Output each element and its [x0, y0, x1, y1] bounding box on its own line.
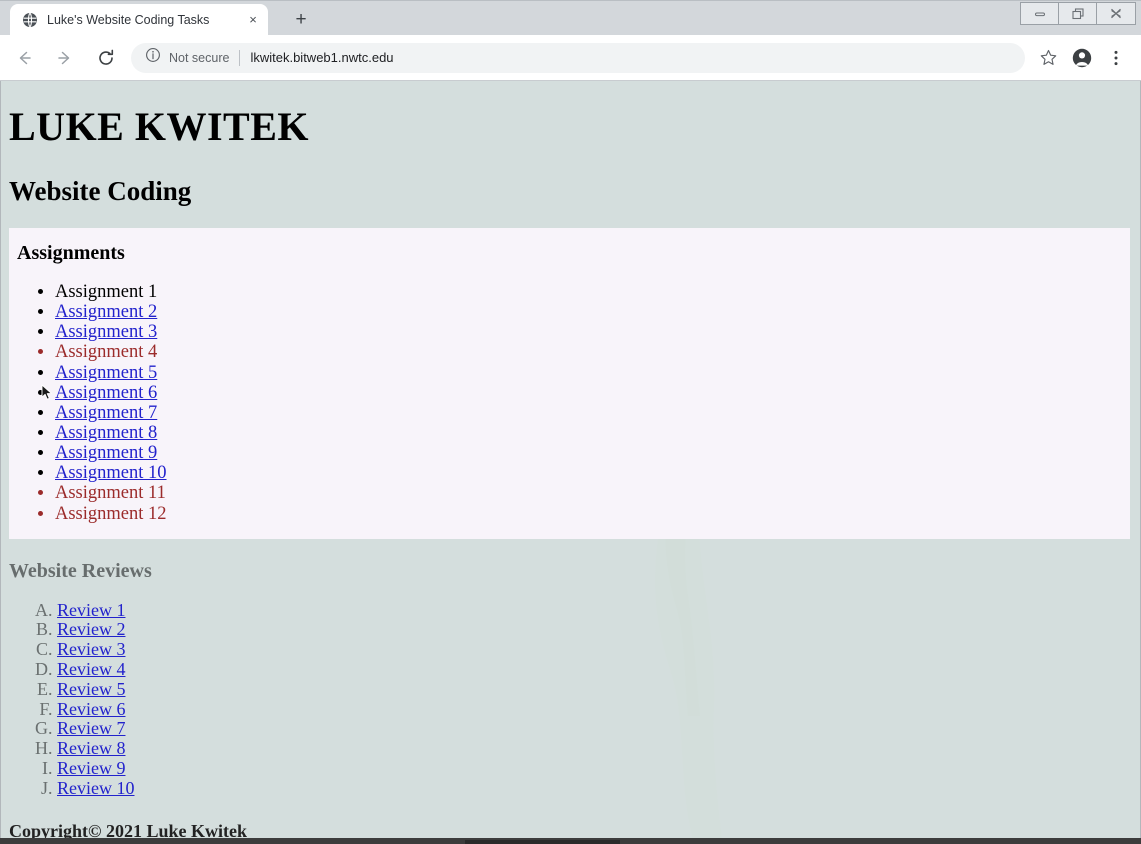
- assignment-link[interactable]: Assignment 2: [55, 302, 157, 322]
- info-circle-icon[interactable]: [145, 47, 161, 68]
- assignment-label: Assignment 11: [55, 483, 166, 504]
- list-item: Review 6: [57, 699, 1140, 720]
- forward-arrow-icon[interactable]: [48, 41, 82, 75]
- assignments-panel: Assignments Assignment 1 Assignment 2 As…: [9, 228, 1130, 539]
- list-item: Assignment 10: [55, 463, 1130, 484]
- reviews-list: Review 1 Review 2 Review 3 Review 4 Revi…: [1, 600, 1140, 799]
- review-link[interactable]: Review 7: [57, 718, 125, 739]
- assignment-label: Assignment 1: [55, 282, 158, 302]
- list-item: Assignment 4: [55, 343, 1130, 363]
- security-status-label: Not secure: [169, 50, 230, 65]
- browser-tab[interactable]: Luke's Website Coding Tasks ×: [10, 4, 268, 35]
- list-item: Assignment 7: [55, 403, 1130, 424]
- page-title: LUKE KWITEK: [9, 104, 310, 149]
- list-item: Review 10: [57, 778, 1140, 799]
- review-link[interactable]: Review 6: [57, 699, 125, 719]
- reviews-heading: Website Reviews: [9, 559, 152, 582]
- taskbar-notch: [465, 840, 620, 844]
- copyright-text: Copyright© 2021 Luke Kwitek: [9, 820, 247, 838]
- assignment-label: Assignment 12: [55, 503, 167, 524]
- url-text[interactable]: lkwitek.bitweb1.nwtc.edu: [250, 50, 393, 65]
- review-link[interactable]: Review 9: [57, 758, 125, 778]
- close-icon[interactable]: [1097, 3, 1135, 24]
- assignment-link[interactable]: Assignment 7: [55, 403, 157, 423]
- assignment-link[interactable]: Assignment 8: [55, 423, 157, 443]
- list-item: Assignment 11: [55, 484, 1130, 504]
- star-icon[interactable]: [1033, 43, 1063, 73]
- back-arrow-icon[interactable]: [7, 41, 41, 75]
- review-link[interactable]: Review 2: [57, 619, 125, 640]
- review-link[interactable]: Review 5: [57, 679, 125, 699]
- assignments-list: Assignment 1 Assignment 2 Assignment 3 A…: [9, 282, 1130, 525]
- reload-icon[interactable]: [89, 41, 123, 75]
- tab-close-icon[interactable]: ×: [244, 11, 262, 29]
- list-item: Assignment 8: [55, 423, 1130, 444]
- page-viewport: LUKE KWITEK Website Coding Assignments A…: [0, 81, 1141, 838]
- list-item: Review 3: [57, 639, 1140, 660]
- restore-icon[interactable]: [1059, 3, 1097, 24]
- list-item: Assignment 2: [55, 302, 1130, 323]
- list-item: Review 9: [57, 758, 1140, 779]
- tab-strip: Luke's Website Coding Tasks × +: [0, 0, 1141, 35]
- assignment-link[interactable]: Assignment 6: [55, 383, 157, 403]
- list-item: Review 7: [57, 719, 1140, 739]
- list-item: Review 5: [57, 679, 1140, 700]
- list-item: Assignment 6: [55, 383, 1130, 404]
- tab-title: Luke's Website Coding Tasks: [47, 12, 210, 27]
- omnibox-divider: [239, 49, 241, 66]
- assignment-link[interactable]: Assignment 5: [55, 363, 157, 383]
- review-link[interactable]: Review 3: [57, 639, 125, 659]
- list-item: Assignment 3: [55, 322, 1130, 343]
- list-item: Assignment 12: [55, 503, 1130, 525]
- list-item: Assignment 5: [55, 363, 1130, 384]
- review-link[interactable]: Review 4: [57, 659, 125, 679]
- list-item: Assignment 9: [55, 443, 1130, 464]
- list-item: Review 4: [57, 659, 1140, 680]
- minimize-icon[interactable]: [1021, 3, 1059, 24]
- review-link[interactable]: Review 8: [57, 738, 125, 758]
- address-bar[interactable]: Not secure lkwitek.bitweb1.nwtc.edu: [131, 42, 1025, 73]
- new-tab-button[interactable]: +: [288, 8, 314, 32]
- review-link[interactable]: Review 1: [57, 600, 125, 620]
- profile-avatar-icon[interactable]: [1067, 43, 1097, 73]
- assignment-label: Assignment 4: [55, 342, 158, 363]
- list-item: Review 8: [57, 738, 1140, 759]
- three-dot-menu-icon[interactable]: [1101, 43, 1131, 73]
- window-controls: [1020, 2, 1136, 25]
- review-link[interactable]: Review 10: [57, 778, 134, 798]
- assignments-heading: Assignments: [17, 242, 125, 264]
- page-subtitle: Website Coding: [9, 176, 192, 206]
- assignment-link[interactable]: Assignment 3: [55, 322, 157, 342]
- assignment-link[interactable]: Assignment 10: [55, 463, 167, 483]
- browser-toolbar: Not secure lkwitek.bitweb1.nwtc.edu: [0, 35, 1141, 81]
- assignment-link[interactable]: Assignment 9: [55, 443, 157, 463]
- browser-window: Luke's Website Coding Tasks × + Not secu…: [0, 0, 1141, 838]
- web-page-content: LUKE KWITEK Website Coding Assignments A…: [1, 81, 1140, 838]
- list-item: Review 2: [57, 620, 1140, 640]
- list-item: Review 1: [57, 600, 1140, 621]
- list-item: Assignment 1: [55, 282, 1130, 303]
- globe-icon: [22, 12, 38, 28]
